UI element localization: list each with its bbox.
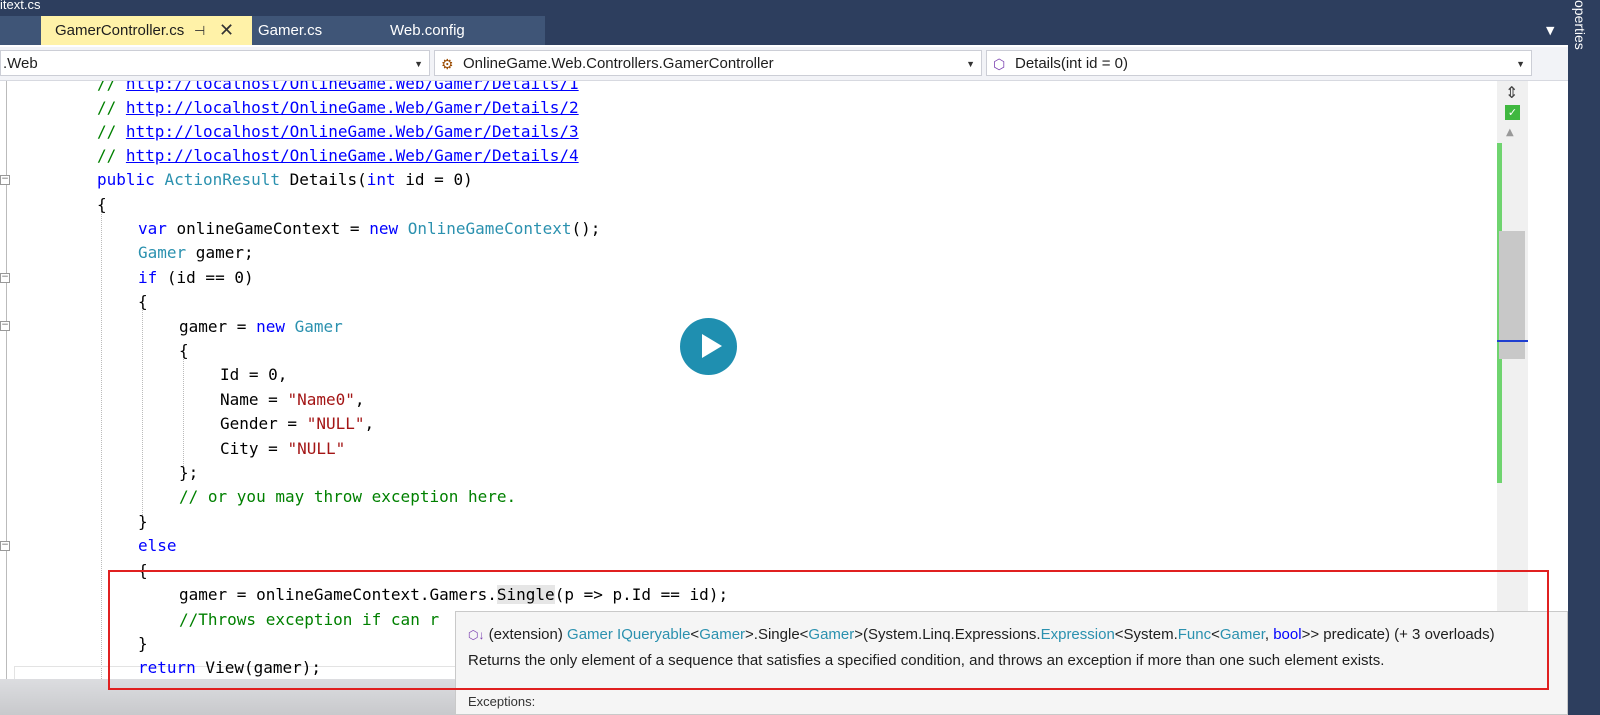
member-name: Details(int id = 0) (1015, 55, 1128, 72)
pin-icon[interactable]: ⊣ (194, 16, 205, 45)
class-name: OnlineGame.Web.Controllers.GamerControll… (463, 55, 774, 72)
tooltip-description: Returns the only element of a sequence t… (468, 652, 1385, 669)
project-dropdown[interactable]: .Web ▼ (0, 50, 430, 76)
code-line: if (id == 0) (138, 268, 254, 287)
vertical-scrollbar[interactable]: ⇕ ✓ ▲ (1497, 81, 1528, 691)
class-icon: ⚙ (441, 56, 454, 72)
code-line: City = "NULL" (220, 439, 346, 458)
indent-guide (142, 307, 143, 523)
close-icon[interactable]: ✕ (219, 16, 234, 45)
chevron-down-icon: ▼ (1516, 59, 1525, 69)
chevron-down-icon: ▼ (414, 59, 423, 69)
project-name: .Web (3, 55, 38, 72)
tab-label: GamerController.cs (55, 22, 185, 39)
code-line-current: gamer = onlineGameContext.Gamers.Single(… (179, 585, 729, 604)
chevron-down-icon: ▼ (966, 59, 975, 69)
play-icon[interactable] (680, 318, 737, 375)
tooltip-signature: ⬡↓ (extension) Gamer IQueryable<Gamer>.S… (468, 626, 1495, 643)
split-window-icon[interactable]: ⇕ (1505, 83, 1518, 102)
code-line: { (179, 341, 189, 360)
code-line: // http://localhost/OnlineGame.Web/Gamer… (97, 98, 579, 117)
scroll-up-icon[interactable]: ▲ (1506, 127, 1514, 138)
code-line: // http://localhost/OnlineGame.Web/Gamer… (97, 81, 579, 96)
url-link[interactable]: http://localhost/OnlineGame.Web/Gamer/De… (126, 122, 579, 141)
code-comment: // or you may throw exception here. (179, 487, 517, 506)
tab-gamer[interactable]: Gamer.cs (244, 16, 364, 45)
url-link[interactable]: http://localhost/OnlineGame.Web/Gamer/De… (126, 81, 579, 93)
url-link[interactable]: http://localhost/OnlineGame.Web/Gamer/De… (126, 98, 579, 117)
collapse-icon[interactable]: − (0, 541, 10, 551)
highlighted-method[interactable]: Single (496, 585, 555, 604)
code-line: } (138, 512, 148, 531)
tab-label: Gamer.cs (258, 22, 323, 39)
code-line: } (138, 634, 148, 653)
code-line: Gender = "NULL", (220, 414, 375, 433)
code-line: // http://localhost/OnlineGame.Web/Gamer… (97, 122, 579, 141)
code-line: public ActionResult Details(int id = 0) (97, 170, 473, 189)
collapse-icon[interactable]: − (0, 273, 10, 283)
properties-panel-tab[interactable]: operties (1568, 0, 1600, 715)
code-line: else (138, 536, 177, 555)
method-icon: ⬡ (993, 56, 1006, 72)
code-comment: //Throws exception if can r (179, 610, 440, 629)
quickinfo-tooltip: ⬡↓ (extension) Gamer IQueryable<Gamer>.S… (455, 611, 1568, 715)
navigation-bar: .Web ▼ ⚙ OnlineGame.Web.Controllers.Game… (0, 47, 1568, 81)
code-line: gamer = new Gamer (179, 317, 343, 336)
code-line: Gamer gamer; (138, 243, 254, 262)
code-line: { (97, 195, 107, 214)
code-line: Name = "Name0", (220, 390, 365, 409)
code-line: return View(gamer); (138, 658, 322, 677)
code-line: { (138, 561, 148, 580)
tab-gamercontroller[interactable]: GamerController.cs ⊣ ✕ (41, 16, 252, 45)
collapse-icon[interactable]: − (0, 321, 10, 331)
code-line: }; (179, 463, 199, 482)
member-dropdown[interactable]: ⬡ Details(int id = 0) ▼ (986, 50, 1532, 76)
extension-method-icon: ⬡↓ (468, 628, 485, 642)
tooltip-exceptions-label: Exceptions: (468, 694, 536, 709)
checkmark-icon: ✓ (1505, 105, 1520, 120)
class-dropdown[interactable]: ⚙ OnlineGame.Web.Controllers.GamerContro… (434, 50, 982, 76)
indent-guide (183, 356, 184, 472)
code-line: { (138, 292, 148, 311)
tab-list-dropdown-icon[interactable]: ▼ (1546, 24, 1554, 37)
tab-webconfig[interactable]: Web.config (376, 16, 526, 45)
code-line: var onlineGameContext = new OnlineGameCo… (138, 219, 601, 238)
caret-position-marker (1497, 340, 1528, 342)
collapse-icon[interactable]: − (0, 175, 10, 185)
code-line: Id = 0, (220, 365, 288, 384)
url-link[interactable]: http://localhost/OnlineGame.Web/Gamer/De… (126, 146, 579, 165)
code-line: // http://localhost/OnlineGame.Web/Gamer… (97, 146, 579, 165)
properties-label: operties (1572, 0, 1588, 50)
tab-label: Web.config (390, 22, 465, 39)
indent-guide (101, 211, 102, 715)
tab-previous[interactable]: itext.cs (0, 0, 40, 12)
